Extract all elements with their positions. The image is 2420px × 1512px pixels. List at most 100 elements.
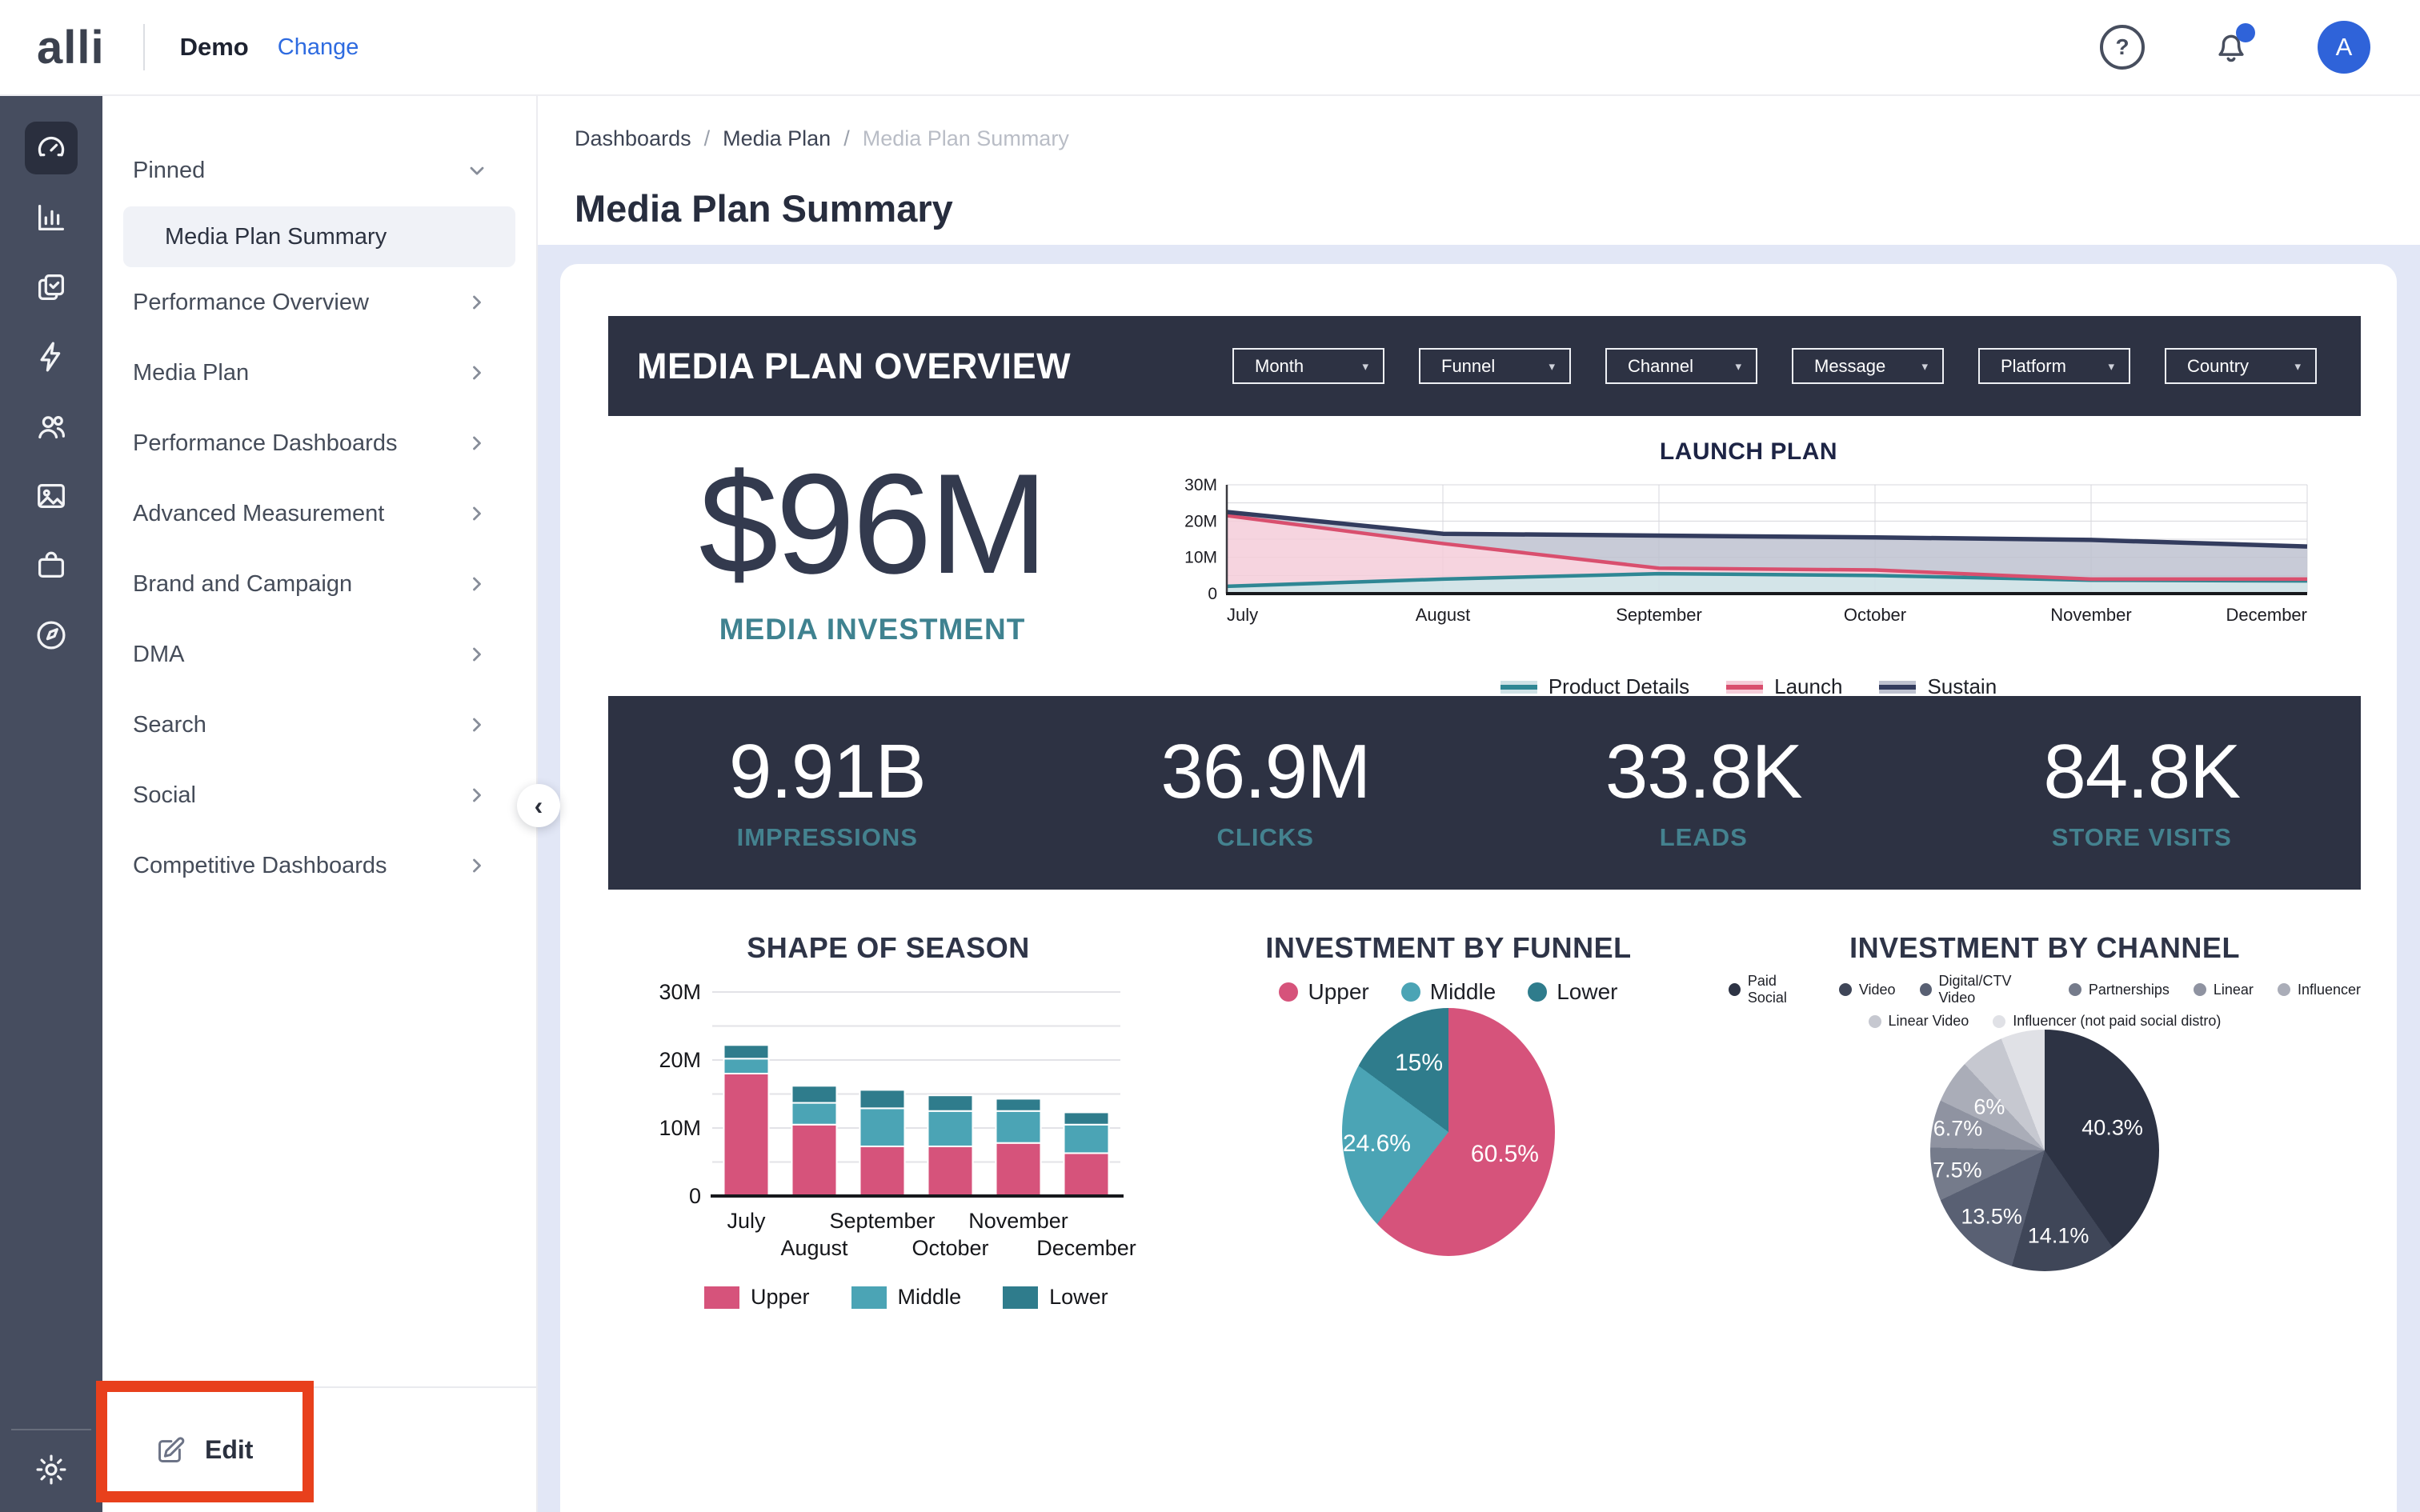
chevron-right-icon [466,362,488,384]
rail-item-dashboards[interactable] [25,122,78,174]
rail-item-discover[interactable] [25,609,78,662]
launch-plan-title: LAUNCH PLAN [1660,438,1837,466]
sidebar-item-performance-dashboards[interactable]: Performance Dashboards [102,408,536,478]
svg-text:August: August [1416,605,1471,625]
kpi-value: 33.8K [1605,734,1802,810]
briefcase-icon [33,547,70,584]
filter-funnel[interactable]: Funnel▾ [1419,348,1571,384]
sidebar: Pinned Media Plan Summary Performance Ov… [102,94,538,1512]
svg-text:30M: 30M [659,980,701,1004]
dropdown-caret-icon: ▾ [1921,359,1928,374]
main-content: Dashboards/Media Plan/Media Plan Summary… [538,94,2420,1512]
rail-item-commerce[interactable] [25,539,78,592]
svg-text:30M: 30M [1184,476,1217,494]
sidebar-item-social[interactable]: Social [102,760,536,830]
launch-plan-chart: LAUNCH PLAN 010M20M30MJulyAugustSeptembe… [1136,438,2361,694]
sidebar-item-performance-overview[interactable]: Performance Overview [102,267,536,338]
legend-swatch [704,1286,739,1309]
change-workspace-link[interactable]: Change [278,34,359,61]
legend-item: Lower [1528,979,1617,1005]
channel-legend: Paid Social Video Digital/CTV Video Partner… [1729,973,2361,1030]
funnel-legend: Upper Middle Lower [1279,979,1617,1005]
kpi-label: LEADS [1660,823,1748,852]
media-investment-label: MEDIA INVESTMENT [719,613,1026,646]
rail-item-analytics[interactable] [25,191,78,244]
edit-button[interactable]: Edit [102,1386,536,1512]
edit-pencil-icon [154,1434,187,1467]
rail-item-automation[interactable] [25,330,78,383]
legend-label: Linear Video [1889,1013,1969,1030]
legend-item: Upper [704,1285,810,1310]
stats-band: 9.91BIMPRESSIONS36.9MCLICKS33.8KLEADS84.… [608,696,2361,890]
legend-label: Video [1859,982,1896,998]
notification-dot [2236,23,2255,42]
topbar: alli Demo Change ? A [0,0,2420,96]
pie-slice-label: 24.6% [1343,1130,1411,1158]
pie-slice-label: 13.5% [1961,1205,2022,1230]
breadcrumb-item[interactable]: Media Plan [723,126,831,151]
overview-header: MEDIA PLAN OVERVIEW Month▾Funnel▾Channel… [608,316,2361,416]
filter-platform[interactable]: Platform▾ [1978,348,2130,384]
investment-by-channel-chart: INVESTMENT BY CHANNEL Paid SocialVideoDi… [1729,918,2361,1382]
rail-item-creative[interactable] [25,470,78,522]
filter-country[interactable]: Country▾ [2165,348,2317,384]
sidebar-item-label: DMA [133,642,184,668]
pie-slice-label: 14.1% [2028,1224,2089,1249]
legend-item: Paid Social [1729,973,1815,1006]
channel-pie: 40.3%14.1%13.5%7.5%6.7%6% [1930,1030,2159,1271]
legend-item: Digital/CTV Video [1920,973,2045,1006]
notifications-button[interactable] [2210,26,2252,68]
clipboard-check-icon [33,269,70,306]
legend-swatch [1879,681,1916,694]
lightning-icon [33,338,70,375]
sidebar-item-media-plan-summary[interactable]: Media Plan Summary [123,206,515,267]
legend-dot [2194,983,2206,996]
compass-icon [33,617,70,654]
avatar[interactable]: A [2318,21,2370,74]
pie-slice-label: 40.3% [2081,1115,2143,1140]
chevron-right-icon [466,854,488,877]
rail-item-settings[interactable] [11,1429,91,1512]
sidebar-item-label: Search [133,712,206,738]
sidebar-item-media-plan[interactable]: Media Plan [102,338,536,408]
sidebar-item-advanced-measurement[interactable]: Advanced Measurement [102,478,536,549]
legend-swatch-line [1726,685,1763,690]
sidebar-item-search[interactable]: Search [102,690,536,760]
filter-message[interactable]: Message▾ [1792,348,1944,384]
legend-dot [1279,982,1298,1002]
legend-dot [1839,983,1852,996]
sidebar-item-brand-and-campaign[interactable]: Brand and Campaign [102,549,536,619]
legend-swatch [1500,681,1537,694]
legend-item: Upper [1279,979,1368,1005]
breadcrumb-separator: / [704,126,711,151]
rail-item-audiences[interactable] [25,400,78,453]
legend-dot [2069,983,2081,996]
svg-text:10M: 10M [1184,549,1217,567]
sidebar-item-dma[interactable]: DMA [102,619,536,690]
launch-plan-plot: 010M20M30MJulyAugustSeptemberOctoberNove… [1180,474,2317,668]
legend-row: Paid Social Video Digital/CTV Video Partner… [1729,973,2361,1006]
legend-item: Middle [1401,979,1496,1005]
dropdown-caret-icon: ▾ [1362,359,1368,374]
sidebar-item-competitive-dashboards[interactable]: Competitive Dashboards [102,830,536,901]
breadcrumb: Dashboards/Media Plan/Media Plan Summary [575,126,1069,151]
legend-label: Partnerships [2089,982,2170,998]
filter-month[interactable]: Month▾ [1232,348,1384,384]
legend-label: Linear [2214,982,2254,998]
kpi-label: STORE VISITS [2052,823,2232,852]
breadcrumb-item[interactable]: Dashboards [575,126,691,151]
rail-item-plans[interactable] [25,261,78,314]
charts-row: SHAPE OF SEASON 010M20M30MJulyAugustSept… [608,918,2361,1382]
kpi-value: 9.91B [729,734,926,810]
filter-channel[interactable]: Channel▾ [1605,348,1757,384]
kpi-label: CLICKS [1217,823,1314,852]
sidebar-item-label: Social [133,782,196,809]
sidebar-collapse-button[interactable]: ‹ [517,784,560,827]
svg-text:0: 0 [1208,585,1217,603]
legend-row: Linear VideoInfluencer (not paid social … [1729,1013,2361,1030]
kpi-clicks: 36.9MCLICKS [1047,734,1485,852]
dropdown-caret-icon: ▾ [2108,359,2114,374]
help-icon[interactable]: ? [2100,25,2145,70]
sidebar-section-pinned[interactable]: Pinned [102,142,536,198]
kpi-store-visits: 84.8KSTORE VISITS [1923,734,2362,852]
